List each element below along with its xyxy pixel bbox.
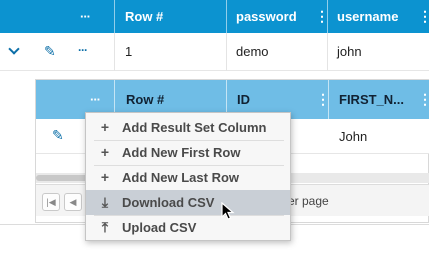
edit-pencil-icon[interactable]: ✎ xyxy=(52,127,64,144)
username-column-menu-icon[interactable]: ⋮ xyxy=(418,0,429,33)
column-header-row-num[interactable]: Row # xyxy=(125,0,163,33)
mouse-cursor-icon xyxy=(221,202,235,220)
edit-pencil-icon[interactable]: ✎ xyxy=(44,43,56,60)
grid-context-menu: + Add Result Set Column + Add New First … xyxy=(85,112,291,241)
menu-item-add-new-first-row[interactable]: + Add New First Row xyxy=(86,140,290,165)
first-page-icon[interactable]: |◀ xyxy=(42,193,60,211)
cell-password: demo xyxy=(236,44,269,59)
cell-row-num: 1 xyxy=(125,44,133,59)
table-row: ✎ ··· 1 demo john xyxy=(0,33,429,71)
grid-menu-icon[interactable]: ··· xyxy=(80,0,91,33)
download-icon: ⤓ xyxy=(101,194,109,210)
column-header-password[interactable]: password xyxy=(236,0,297,33)
plus-icon: + xyxy=(100,119,110,135)
inner-column-header-first-name[interactable]: FIRST_N... xyxy=(339,80,404,119)
menu-item-label: Upload CSV xyxy=(122,220,197,235)
menu-item-label: Download CSV xyxy=(122,195,215,210)
menu-item-add-new-last-row[interactable]: + Add New Last Row xyxy=(86,165,290,190)
row-menu-icon[interactable]: ··· xyxy=(78,43,88,57)
menu-item-add-result-set-column[interactable]: + Add Result Set Column xyxy=(86,115,290,140)
plus-icon: + xyxy=(100,144,110,160)
first-name-column-menu-icon[interactable]: ⋮ xyxy=(418,80,429,119)
outer-grid-header: ··· Row # password ⋮ username ⋮ xyxy=(0,0,429,33)
column-header-username[interactable]: username xyxy=(337,0,398,33)
chevron-down-icon[interactable] xyxy=(8,43,20,55)
menu-item-download-csv[interactable]: ⤓ Download CSV xyxy=(86,190,290,215)
previous-page-icon[interactable]: ◀ xyxy=(64,193,82,211)
menu-item-label: Add New Last Row xyxy=(122,170,240,185)
menu-item-label: Add Result Set Column xyxy=(122,120,267,135)
items-per-page-label: er page xyxy=(288,194,329,208)
upload-icon: ⤒ xyxy=(101,219,109,235)
plus-icon: + xyxy=(100,169,110,185)
cell-first-name: John xyxy=(339,129,368,144)
cell-username: john xyxy=(337,44,362,59)
menu-item-label: Add New First Row xyxy=(122,145,241,160)
menu-item-upload-csv[interactable]: ⤒ Upload CSV xyxy=(86,215,290,240)
